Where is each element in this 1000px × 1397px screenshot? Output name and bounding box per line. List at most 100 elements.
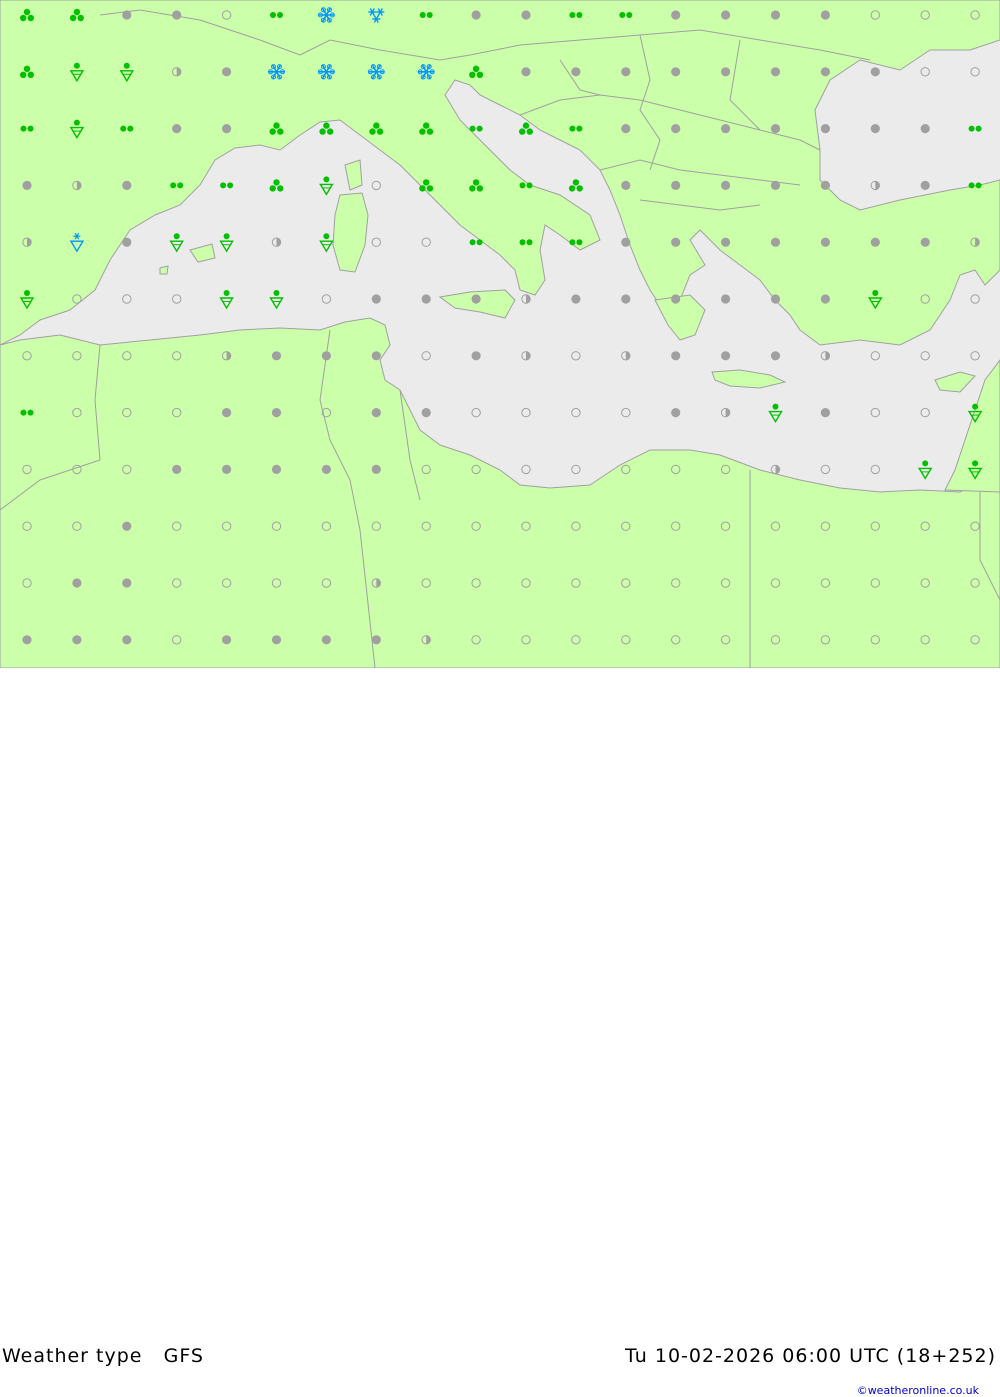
- overcast-icon: [920, 180, 930, 190]
- clear-icon: [171, 294, 182, 304]
- clear-icon: [870, 464, 880, 475]
- clear-icon: [471, 407, 481, 418]
- overcast-icon: [172, 464, 182, 474]
- overcast-icon: [820, 124, 830, 134]
- overcast-icon: [371, 351, 381, 361]
- clear-icon: [870, 407, 880, 418]
- rain-icon: [568, 179, 583, 192]
- overcast-icon: [72, 635, 82, 645]
- overcast-icon: [172, 124, 182, 134]
- overcast-icon: [820, 294, 830, 304]
- rain-icon: [519, 122, 533, 135]
- overcast-icon: [22, 635, 32, 645]
- overcast-icon: [321, 635, 331, 645]
- overcast-icon: [122, 237, 132, 247]
- overcast-icon: [770, 180, 781, 190]
- corsica: [344, 159, 363, 191]
- clear-icon: [571, 351, 581, 361]
- overcast-icon: [721, 237, 731, 247]
- map-title: Weather type GFS: [2, 1345, 204, 1367]
- overcast-icon: [22, 180, 32, 190]
- clear-icon: [371, 237, 381, 247]
- overcast-icon: [621, 124, 631, 134]
- clear-icon: [820, 464, 831, 475]
- clear-icon: [521, 464, 531, 475]
- overcast-icon: [471, 351, 481, 361]
- rain-icon: [319, 122, 334, 135]
- overcast-icon: [471, 294, 481, 304]
- overcast-icon: [271, 635, 282, 645]
- overcast-icon: [721, 67, 731, 77]
- overcast-icon: [920, 237, 930, 247]
- shower-icon: [768, 403, 783, 423]
- overcast-icon: [421, 408, 431, 418]
- overcast-icon: [122, 578, 132, 588]
- cyprus: [934, 371, 976, 393]
- clear-icon: [571, 407, 581, 418]
- overcast-icon: [671, 124, 681, 134]
- north-africa: [0, 317, 1000, 668]
- overcast-icon: [770, 351, 781, 361]
- clear-icon: [421, 237, 431, 247]
- overcast-icon: [770, 10, 781, 20]
- overcast-icon: [371, 464, 381, 474]
- overcast-icon: [72, 578, 82, 588]
- overcast-icon: [621, 237, 631, 247]
- overcast-icon: [770, 124, 781, 134]
- clear-icon: [321, 294, 332, 304]
- overcast-icon: [820, 180, 830, 190]
- footer-bar: Weather type GFS Tu 10-02-2026 06:00 UTC…: [0, 668, 1000, 1397]
- shower-icon: [319, 233, 334, 253]
- weather-map: [0, 0, 1000, 668]
- overcast-icon: [671, 294, 681, 304]
- drizzle-icon: [968, 125, 982, 132]
- overcast-icon: [321, 351, 331, 361]
- overcast-icon: [122, 521, 132, 531]
- overcast-icon: [770, 294, 781, 304]
- partly-cloudy-icon: [521, 351, 531, 361]
- clear-icon: [122, 294, 132, 304]
- shower-icon: [269, 290, 284, 310]
- overcast-icon: [371, 408, 381, 418]
- site-credit[interactable]: ©weatheronline.co.uk: [857, 1384, 979, 1397]
- overcast-icon: [421, 294, 431, 304]
- overcast-icon: [172, 10, 182, 20]
- overcast-icon: [222, 67, 232, 77]
- overcast-icon: [721, 10, 731, 20]
- clear-icon: [920, 67, 930, 77]
- forecast-datetime: Tu 10-02-2026 06:00 UTC (18+252): [625, 1345, 996, 1367]
- overcast-icon: [471, 10, 481, 20]
- overcast-icon: [870, 67, 880, 77]
- partly-cloudy-icon: [820, 351, 831, 361]
- partly-cloudy-icon: [770, 464, 781, 475]
- overcast-icon: [122, 10, 132, 20]
- clear-icon: [970, 294, 980, 304]
- ibiza: [159, 265, 169, 275]
- overcast-icon: [271, 351, 282, 361]
- overcast-icon: [671, 351, 681, 361]
- overcast-icon: [770, 237, 781, 247]
- clear-icon: [621, 407, 631, 418]
- partly-cloudy-icon: [271, 237, 282, 247]
- overcast-icon: [770, 67, 781, 77]
- shower-icon: [219, 233, 234, 253]
- drizzle-icon: [220, 182, 234, 189]
- overcast-icon: [621, 180, 631, 190]
- overcast-icon: [122, 180, 132, 190]
- overcast-icon: [222, 635, 232, 645]
- overcast-icon: [621, 67, 631, 77]
- overcast-icon: [820, 408, 830, 418]
- overcast-icon: [820, 10, 830, 20]
- overcast-icon: [371, 635, 381, 645]
- overcast-icon: [271, 408, 282, 418]
- overcast-icon: [571, 67, 581, 77]
- clear-icon: [371, 180, 381, 191]
- overcast-icon: [122, 635, 132, 645]
- rain-icon: [269, 179, 284, 192]
- overcast-icon: [721, 180, 731, 190]
- overcast-icon: [371, 294, 381, 304]
- drizzle-icon: [469, 239, 483, 246]
- clear-icon: [870, 351, 880, 361]
- overcast-icon: [521, 10, 531, 20]
- partly-cloudy-icon: [720, 407, 731, 418]
